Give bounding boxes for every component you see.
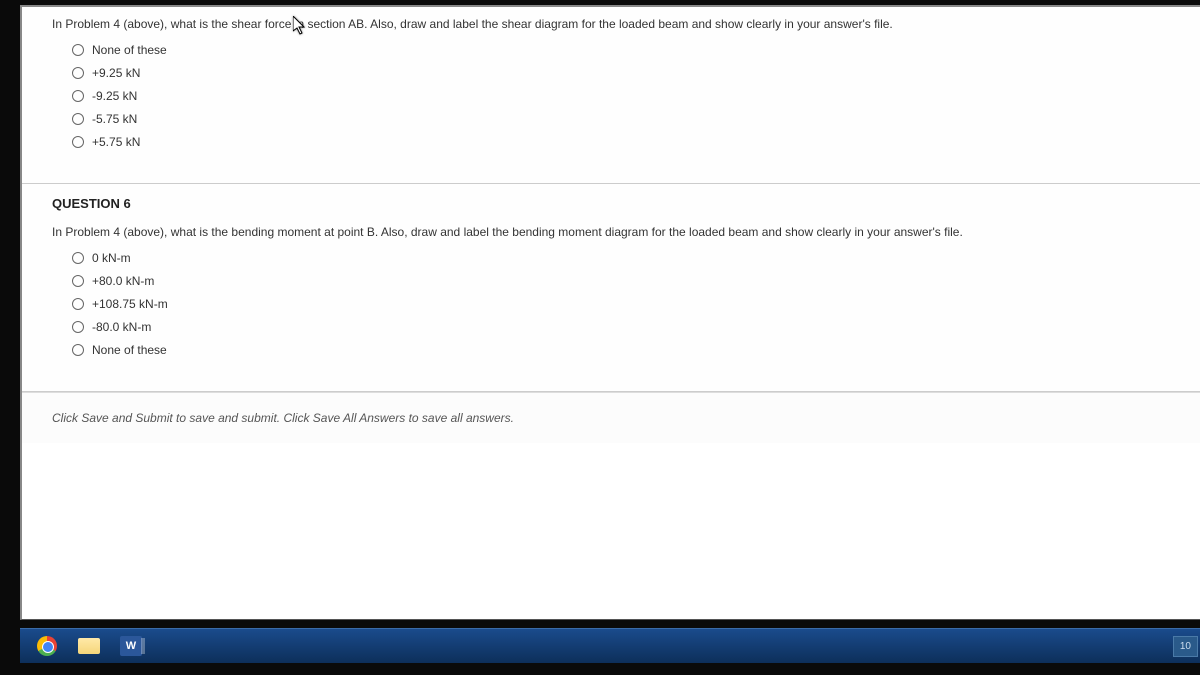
option-row: +9.25 kN — [72, 66, 1170, 80]
browser-content-frame: In Problem 4 (above), what is the shear … — [20, 5, 1200, 620]
option-row: None of these — [72, 43, 1170, 57]
option-label: -5.75 kN — [92, 112, 137, 126]
radio-button[interactable] — [72, 344, 84, 356]
radio-button[interactable] — [72, 298, 84, 310]
radio-button[interactable] — [72, 113, 84, 125]
radio-button[interactable] — [72, 44, 84, 56]
cursor-pointer-icon — [293, 16, 307, 36]
option-row: None of these — [72, 343, 1170, 357]
save-instruction-text: Click Save and Submit to save and submit… — [22, 392, 1200, 443]
question-6-title: QUESTION 6 — [52, 196, 1170, 211]
question-6-block: QUESTION 6 In Problem 4 (above), what is… — [22, 184, 1200, 392]
option-label: -80.0 kN-m — [92, 320, 151, 334]
radio-button[interactable] — [72, 67, 84, 79]
tray-indicator[interactable]: 10 — [1173, 636, 1198, 657]
option-label: None of these — [92, 43, 167, 57]
option-label: 0 kN-m — [92, 251, 131, 265]
option-row: +80.0 kN-m — [72, 274, 1170, 288]
option-label: None of these — [92, 343, 167, 357]
option-label: +80.0 kN-m — [92, 274, 154, 288]
option-row: -9.25 kN — [72, 89, 1170, 103]
question-5-options: None of these +9.25 kN -9.25 kN -5.75 kN… — [52, 43, 1170, 149]
system-tray: 10 — [1173, 629, 1200, 663]
chrome-icon — [37, 636, 57, 656]
option-label: +5.75 kN — [92, 135, 140, 149]
option-row: +108.75 kN-m — [72, 297, 1170, 311]
taskbar-chrome[interactable] — [28, 632, 66, 660]
option-row: -80.0 kN-m — [72, 320, 1170, 334]
quiz-content: In Problem 4 (above), what is the shear … — [22, 7, 1200, 619]
radio-button[interactable] — [72, 136, 84, 148]
word-icon: W — [120, 636, 142, 656]
taskbar-word[interactable]: W — [112, 632, 150, 660]
taskbar-explorer[interactable] — [70, 632, 108, 660]
radio-button[interactable] — [72, 275, 84, 287]
windows-taskbar[interactable]: W 10 — [20, 628, 1200, 663]
radio-button[interactable] — [72, 321, 84, 333]
question-6-text: In Problem 4 (above), what is the bendin… — [52, 223, 1170, 241]
question-6-options: 0 kN-m +80.0 kN-m +108.75 kN-m -80.0 kN-… — [52, 251, 1170, 357]
folder-icon — [78, 638, 100, 654]
option-row: 0 kN-m — [72, 251, 1170, 265]
radio-button[interactable] — [72, 252, 84, 264]
option-row: +5.75 kN — [72, 135, 1170, 149]
question-5-text: In Problem 4 (above), what is the shear … — [52, 15, 1170, 33]
radio-button[interactable] — [72, 90, 84, 102]
option-row: -5.75 kN — [72, 112, 1170, 126]
option-label: +9.25 kN — [92, 66, 140, 80]
option-label: -9.25 kN — [92, 89, 137, 103]
option-label: +108.75 kN-m — [92, 297, 168, 311]
question-5-block: In Problem 4 (above), what is the shear … — [22, 7, 1200, 184]
